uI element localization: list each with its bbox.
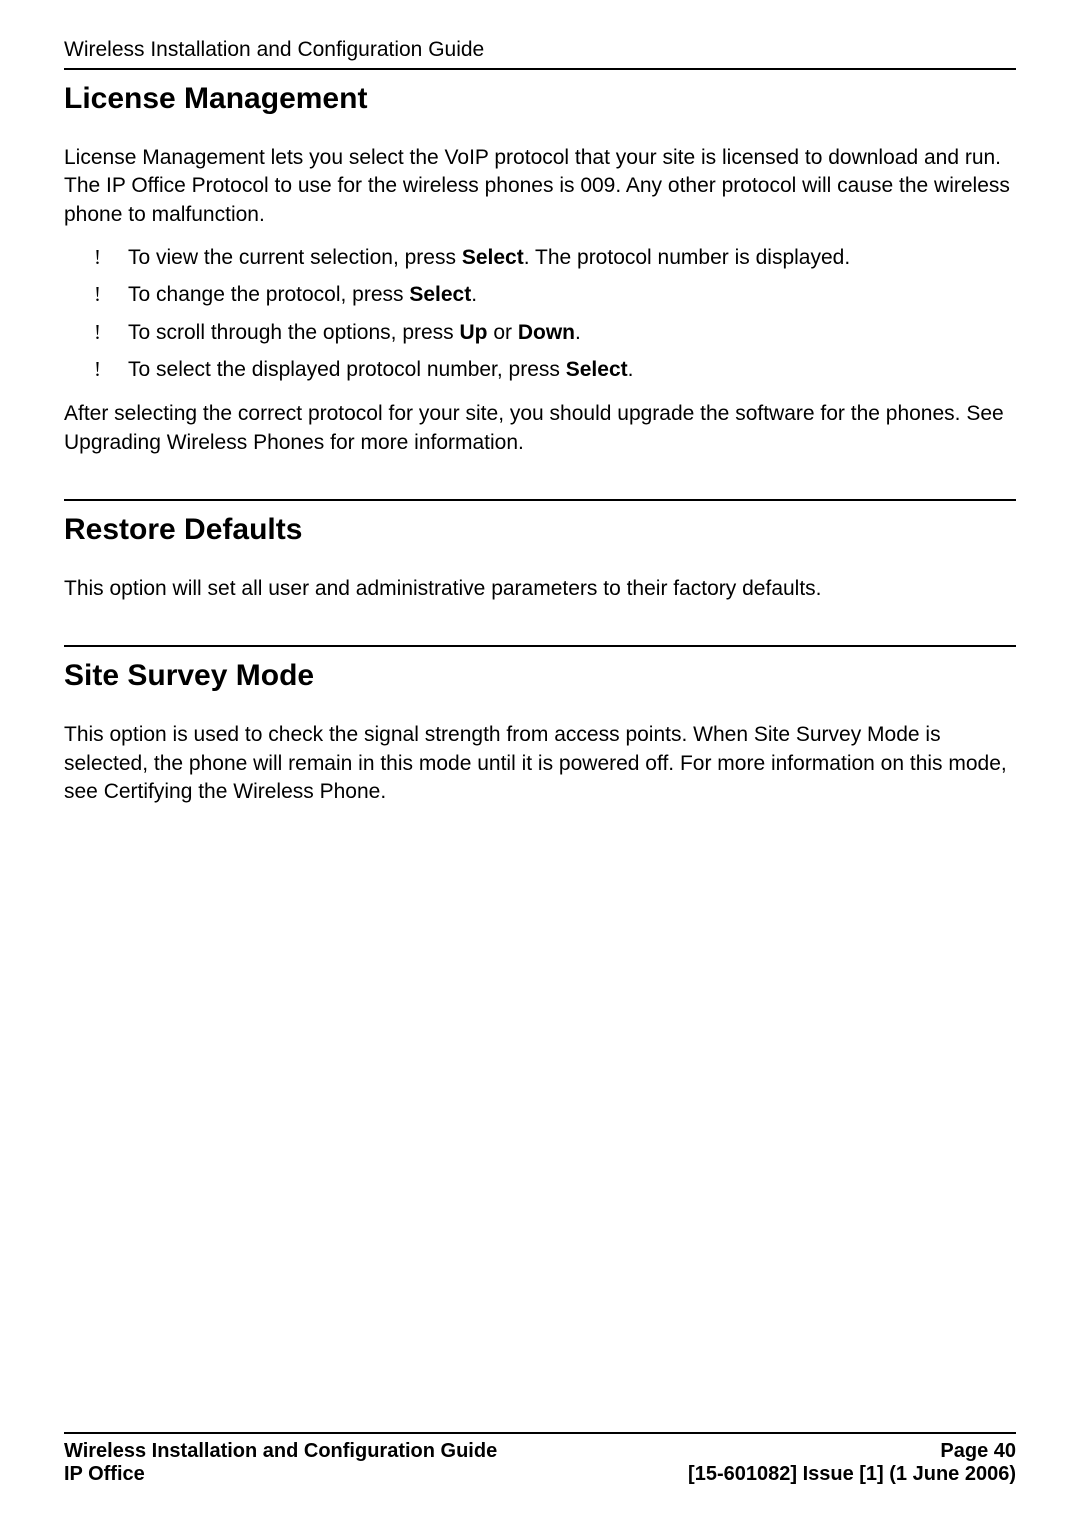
list-item: ! To view the current selection, press S… xyxy=(94,243,1016,272)
list-text: To select the displayed protocol number,… xyxy=(128,356,1016,384)
heading-restore-defaults: Restore Defaults xyxy=(64,513,1016,547)
bold-text: Up xyxy=(460,321,488,344)
bold-text: Select xyxy=(462,246,524,269)
footer-row-1: Wireless Installation and Configuration … xyxy=(64,1440,1016,1463)
text-part: To scroll through the options, press xyxy=(128,321,460,344)
bullet-icon: ! xyxy=(94,280,128,308)
list-text: To change the protocol, press Select. xyxy=(128,281,1016,309)
body-restore-defaults: This option will set all user and admini… xyxy=(64,575,1016,603)
heading-site-survey: Site Survey Mode xyxy=(64,659,1016,693)
bold-text: Select xyxy=(566,358,628,381)
outro-license-management: After selecting the correct protocol for… xyxy=(64,400,1016,457)
list-text: To scroll through the options, press Up … xyxy=(128,319,1016,347)
text-part: . xyxy=(575,321,581,344)
footer-left-2: IP Office xyxy=(64,1463,145,1486)
bold-text: Select xyxy=(409,283,471,306)
footer-row-2: IP Office [15-601082] Issue [1] (1 June … xyxy=(64,1463,1016,1486)
bold-text: Down xyxy=(518,321,575,344)
footer-left-1: Wireless Installation and Configuration … xyxy=(64,1440,497,1463)
text-part: To select the displayed protocol number,… xyxy=(128,358,566,381)
heading-license-management: License Management xyxy=(64,82,1016,116)
bullet-icon: ! xyxy=(94,355,128,383)
text-part: . xyxy=(471,283,477,306)
page-header-title: Wireless Installation and Configuration … xyxy=(64,38,1016,70)
text-part: To view the current selection, press xyxy=(128,246,462,269)
body-site-survey: This option is used to check the signal … xyxy=(64,721,1016,806)
footer-right-2: [15-601082] Issue [1] (1 June 2006) xyxy=(688,1463,1016,1486)
list-text: To view the current selection, press Sel… xyxy=(128,244,1016,272)
section-divider xyxy=(64,499,1016,501)
footer-right-1: Page 40 xyxy=(940,1440,1016,1463)
text-part: To change the protocol, press xyxy=(128,283,409,306)
intro-license-management: License Management lets you select the V… xyxy=(64,144,1016,229)
text-part: . The protocol number is displayed. xyxy=(524,246,850,269)
page-footer: Wireless Installation and Configuration … xyxy=(64,1432,1016,1486)
bullet-icon: ! xyxy=(94,318,128,346)
bullet-list: ! To view the current selection, press S… xyxy=(64,243,1016,384)
section-divider xyxy=(64,645,1016,647)
list-item: ! To select the displayed protocol numbe… xyxy=(94,355,1016,384)
text-part: or xyxy=(488,321,518,344)
bullet-icon: ! xyxy=(94,243,128,271)
text-part: . xyxy=(628,358,634,381)
list-item: ! To change the protocol, press Select. xyxy=(94,280,1016,309)
footer-divider xyxy=(64,1432,1016,1434)
list-item: ! To scroll through the options, press U… xyxy=(94,318,1016,347)
